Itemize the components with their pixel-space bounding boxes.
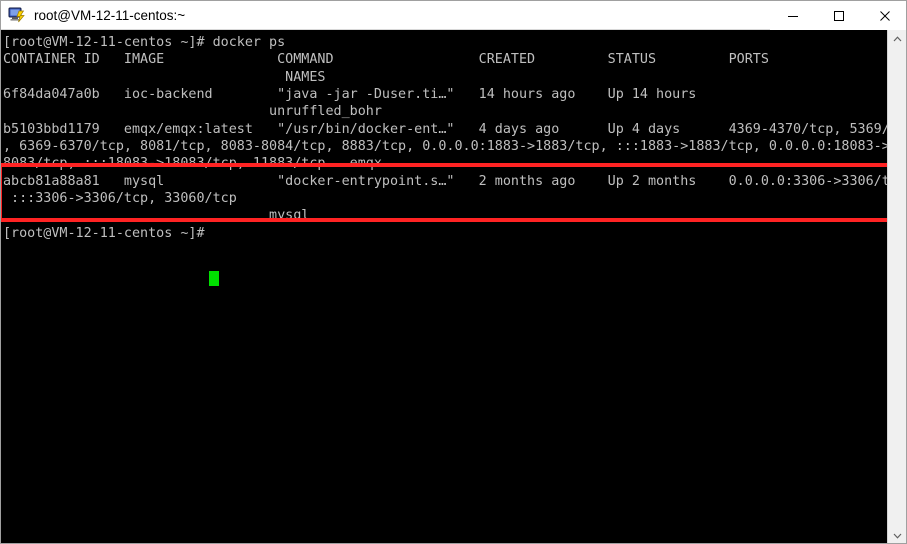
- terminal-cursor: [209, 271, 219, 286]
- maximize-button[interactable]: [816, 1, 862, 30]
- scroll-up-icon[interactable]: [888, 30, 906, 48]
- title-bar[interactable]: root@VM-12-11-centos:~: [1, 1, 906, 30]
- scroll-down-icon[interactable]: [888, 526, 906, 543]
- minimize-button[interactable]: [770, 1, 816, 30]
- putty-terminal-icon: [8, 6, 26, 24]
- close-button[interactable]: [862, 1, 906, 30]
- terminal-screen[interactable]: [root@VM-12-11-centos ~]# docker ps CONT…: [1, 30, 889, 543]
- window-title: root@VM-12-11-centos:~: [34, 7, 186, 23]
- terminal-output: [root@VM-12-11-centos ~]# docker ps CONT…: [3, 35, 889, 241]
- terminal-scrollbar[interactable]: [887, 30, 906, 543]
- putty-terminal-window: root@VM-12-11-centos:~ [root@VM-12-11-ce…: [0, 0, 907, 544]
- window-controls: [770, 1, 906, 30]
